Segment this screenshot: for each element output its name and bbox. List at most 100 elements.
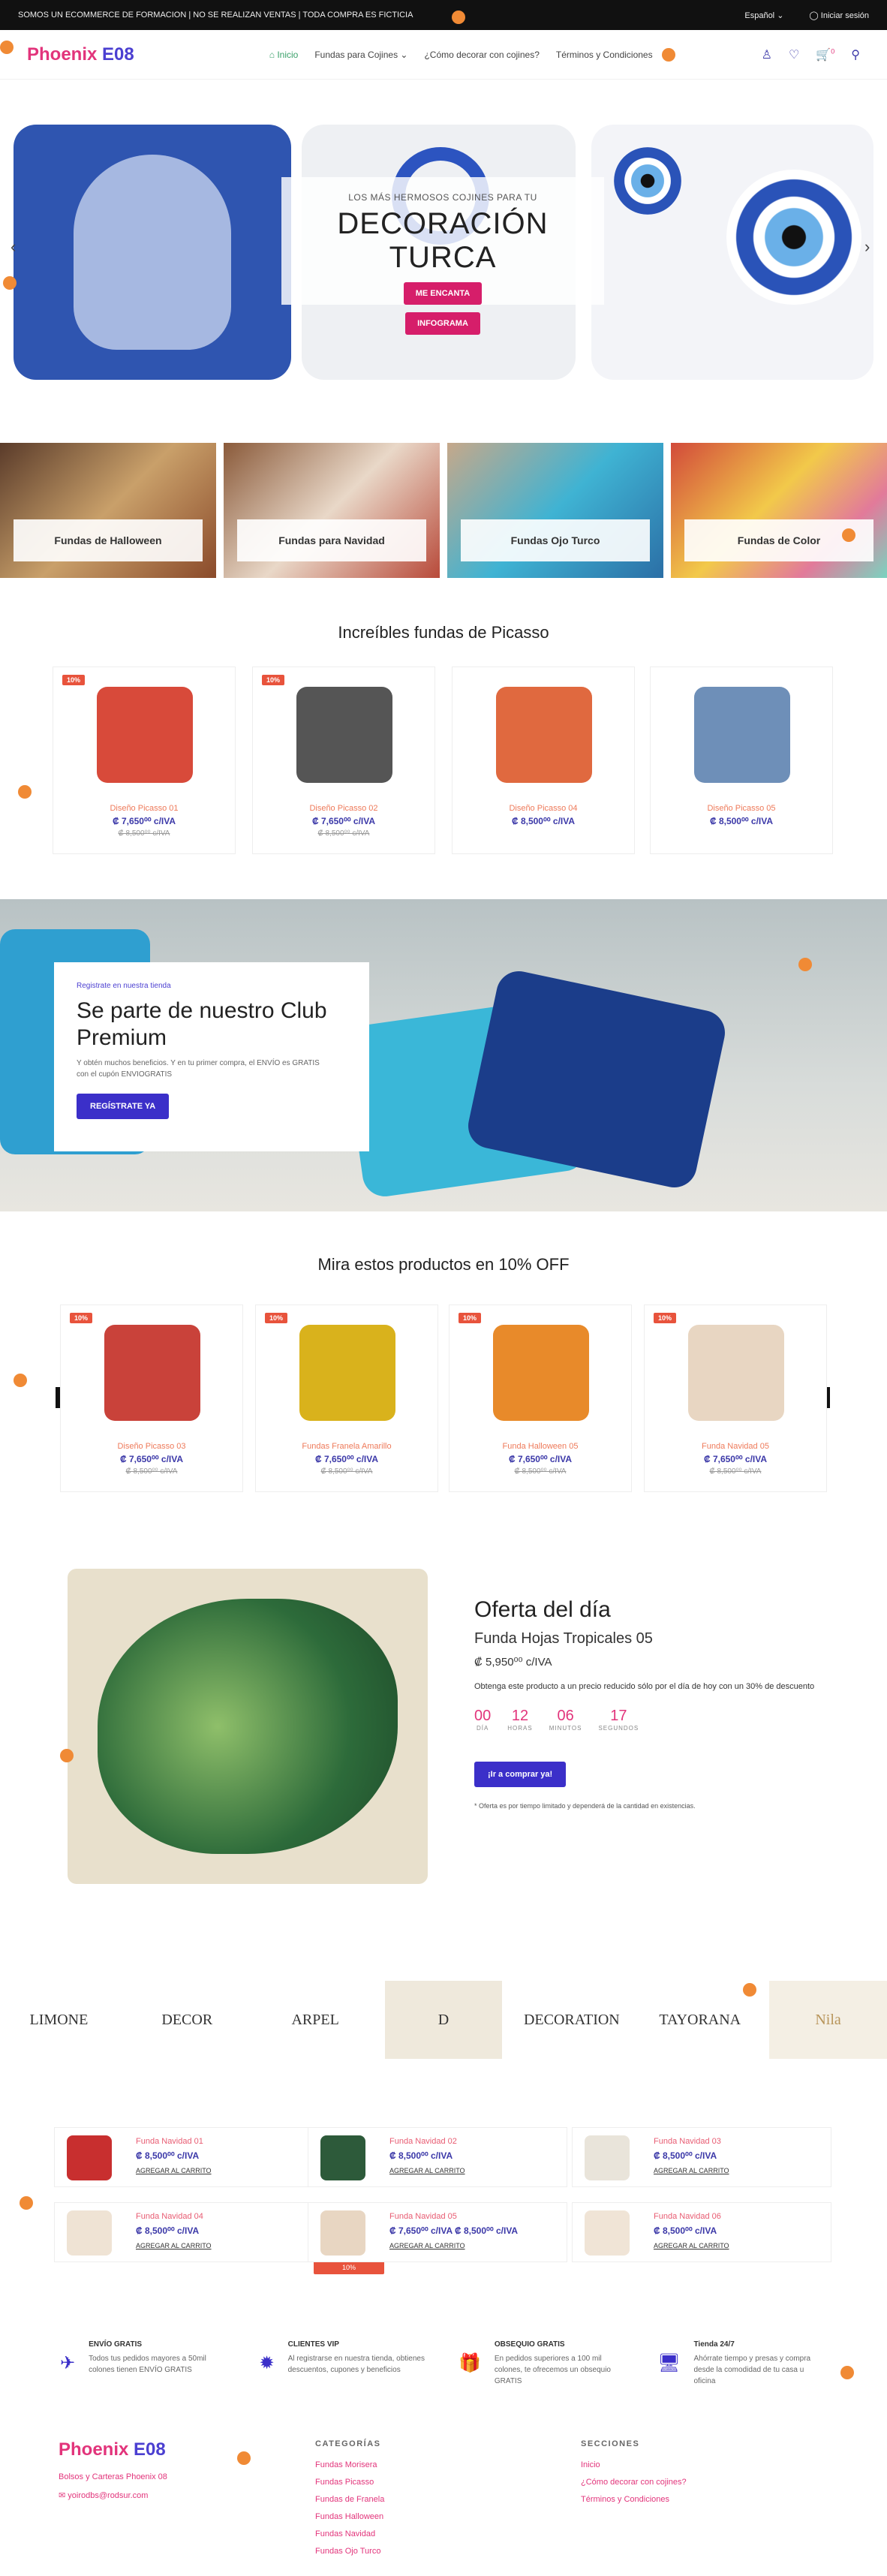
nav-home[interactable]: ⌂ Inicio [269, 50, 299, 60]
site-header: Phoenix E08 ⌂ Inicio Fundas para Cojines… [0, 30, 887, 80]
mini-product-name[interactable]: Funda Navidad 01 [136, 2137, 203, 2146]
category-color[interactable]: Fundas de Color [671, 443, 887, 578]
language-selector[interactable]: Español ⌄ [744, 11, 783, 20]
product-card[interactable]: 10% Diseño Picasso 03 ₡ 7,650⁰⁰ c/IVA ₡ 8,5… [60, 1305, 243, 1492]
footer-logo[interactable]: Phoenix E08 [59, 2439, 167, 2460]
product-card[interactable]: Diseño Picasso 05 ₡ 8,500⁰⁰ c/IVA [650, 667, 833, 854]
product-card[interactable]: Diseño Picasso 04 ₡ 8,500⁰⁰ c/IVA [452, 667, 635, 854]
product-card[interactable]: 10% Fundas Franela Amarillo ₡ 7,650⁰⁰ c/IV… [255, 1305, 438, 1492]
wishlist-icon[interactable]: ♡ [789, 47, 799, 62]
footer-link[interactable]: Fundas Morisera [315, 2460, 384, 2469]
mini-product-image[interactable] [585, 2135, 630, 2180]
product-image[interactable] [694, 687, 790, 783]
slider-prev-icon[interactable]: ‹ [11, 237, 16, 257]
product-card[interactable]: 10% Funda Halloween 05 ₡ 7,650⁰⁰ c/IVA ₡ 8,… [449, 1305, 632, 1492]
buy-now-button[interactable]: ¡Ir a comprar ya! [474, 1762, 567, 1787]
mini-product-name[interactable]: Funda Navidad 04 [136, 2212, 203, 2221]
footer-link[interactable]: Términos y Condiciones [581, 2495, 687, 2504]
footer-link[interactable]: Fundas Ojo Turco [315, 2547, 384, 2556]
mini-product-name[interactable]: Funda Navidad 06 [654, 2212, 721, 2221]
mini-product-image[interactable] [320, 2135, 365, 2180]
footer-link[interactable]: ¿Cómo decorar con cojines? [581, 2478, 687, 2487]
add-to-cart-link[interactable]: AGREGAR AL CARRITO [389, 2167, 465, 2174]
product-image[interactable] [97, 687, 193, 783]
product-name[interactable]: Diseño Picasso 03 [61, 1442, 242, 1451]
product-name[interactable]: Diseño Picasso 05 [651, 804, 832, 813]
mini-product-image[interactable] [67, 2210, 112, 2256]
hero-button-infograma[interactable]: INFOGRAMA [405, 312, 480, 335]
add-to-cart-link[interactable]: AGREGAR AL CARRITO [389, 2242, 465, 2249]
club-card: Registrate en nuestra tienda Se parte de… [54, 962, 369, 1151]
product-image[interactable] [493, 1325, 589, 1421]
product-image[interactable] [104, 1325, 200, 1421]
product-old-price: ₡ 8,500⁰⁰ c/IVA [514, 1467, 567, 1476]
add-to-cart-link[interactable]: AGREGAR AL CARRITO [654, 2167, 729, 2174]
hero-button-me-encanta[interactable]: ME ENCANTA [403, 282, 483, 305]
add-to-cart-link[interactable]: AGREGAR AL CARRITO [136, 2167, 212, 2174]
countdown-timer: 00 DÍA 12 HORAS 06 MINUTOS 17 SEGUNDOS [474, 1708, 639, 1732]
mini-product-price: ₡ 8,500⁰⁰ c/IVA [136, 2225, 200, 2236]
mini-product-card[interactable]: Funda Navidad 04 ₡ 8,500⁰⁰ c/IVA AGREGAR A… [54, 2202, 314, 2262]
mini-product-image[interactable] [585, 2210, 630, 2256]
product-card[interactable]: 10% Diseño Picasso 02 ₡ 7,650⁰⁰ c/IVA ₡ 8,5… [252, 667, 435, 854]
search-icon[interactable]: ⚲ [851, 47, 860, 62]
product-price: ₡ 7,650⁰⁰ c/IVA [314, 1454, 379, 1464]
product-image[interactable] [496, 687, 592, 783]
mini-product-name[interactable]: Funda Navidad 05 [389, 2212, 457, 2221]
product-price: ₡ 8,500⁰⁰ c/IVA [709, 816, 774, 826]
product-card[interactable]: 10% Diseño Picasso 01 ₡ 7,650⁰⁰ c/IVA ₡ 8,5… [53, 667, 236, 854]
logo[interactable]: Phoenix E08 [27, 44, 134, 65]
category-navidad[interactable]: Fundas para Navidad [224, 443, 440, 578]
feature-tienda: 🖥 Tienda 24/7 Ahórrate tiempo y presas y … [658, 2340, 828, 2402]
annotation-dot [60, 1749, 74, 1762]
product-name[interactable]: Funda Halloween 05 [450, 1442, 631, 1451]
footer-link[interactable]: Inicio [581, 2460, 687, 2469]
product-image[interactable] [688, 1325, 784, 1421]
product-price: ₡ 7,650⁰⁰ c/IVA [119, 1454, 184, 1464]
brand-logo: TAYORANA [641, 1981, 759, 2059]
product-image[interactable] [296, 687, 392, 783]
footer-link[interactable]: Fundas Halloween [315, 2512, 384, 2521]
monitor-icon: 🖥 [657, 2353, 681, 2373]
mini-product-image[interactable] [67, 2135, 112, 2180]
cart-icon[interactable]: 🛒0 [816, 47, 834, 62]
mini-product-card[interactable]: Funda Navidad 06 ₡ 8,500⁰⁰ c/IVA AGREGAR A… [572, 2202, 831, 2262]
slider-next-icon[interactable]: › [864, 237, 870, 257]
mini-product-price: ₡ 8,500⁰⁰ c/IVA [389, 2150, 453, 2161]
deal-of-day: Oferta del día Funda Hojas Tropicales 05… [474, 1597, 819, 1810]
product-name[interactable]: Fundas Franela Amarillo [256, 1442, 437, 1451]
product-name[interactable]: Diseño Picasso 02 [253, 804, 434, 813]
add-to-cart-link[interactable]: AGREGAR AL CARRITO [136, 2242, 212, 2249]
mini-product-card[interactable]: Funda Navidad 02 ₡ 8,500⁰⁰ c/IVA AGREGAR A… [308, 2127, 567, 2187]
mini-product-name[interactable]: Funda Navidad 02 [389, 2137, 457, 2146]
footer-link[interactable]: Fundas Navidad [315, 2529, 384, 2538]
category-halloween[interactable]: Fundas de Halloween [0, 443, 216, 578]
add-to-cart-link[interactable]: AGREGAR AL CARRITO [654, 2242, 729, 2249]
register-button[interactable]: REGÍSTRATE YA [77, 1094, 170, 1119]
mini-product-card[interactable]: Funda Navidad 03 ₡ 8,500⁰⁰ c/IVA AGREGAR A… [572, 2127, 831, 2187]
product-card[interactable]: 10% Funda Navidad 05 ₡ 7,650⁰⁰ c/IVA ₡ 8,50… [644, 1305, 827, 1492]
club-premium-banner: Registrate en nuestra tienda Se parte de… [0, 899, 887, 1211]
footer-email[interactable]: ✉ yoirodbs@rodsur.com [59, 2490, 167, 2500]
product-name[interactable]: Diseño Picasso 04 [453, 804, 634, 813]
mini-product-image[interactable] [320, 2210, 365, 2256]
category-ojo-turco[interactable]: Fundas Ojo Turco [447, 443, 663, 578]
mini-product-card[interactable]: Funda Navidad 05 ₡ 7,650⁰⁰ c/IVA ₡ 8,500⁰… [308, 2202, 567, 2262]
login-link[interactable]: ◯ Iniciar sesión [809, 11, 869, 20]
account-icon[interactable]: ♙ [762, 47, 772, 62]
mini-product-card[interactable]: Funda Navidad 01 ₡ 8,500⁰⁰ c/IVA AGREGAR A… [54, 2127, 314, 2187]
product-image[interactable] [299, 1325, 395, 1421]
deal-note: * Oferta es por tiempo limitado y depend… [474, 1802, 696, 1810]
discount-badge: 10% [262, 675, 285, 685]
nav-terminos[interactable]: Términos y Condiciones [556, 50, 653, 60]
footer-categories: CATEGORÍAS Fundas Morisera Fundas Picass… [315, 2439, 385, 2556]
product-name[interactable]: Diseño Picasso 01 [53, 804, 235, 813]
mini-product-name[interactable]: Funda Navidad 03 [654, 2137, 721, 2146]
product-name[interactable]: Funda Navidad 05 [645, 1442, 826, 1451]
nav-decorar[interactable]: ¿Cómo decorar con cojines? [424, 50, 539, 60]
footer-link[interactable]: Fundas Picasso [315, 2478, 384, 2487]
annotation-dot [743, 1983, 756, 1997]
nav-fundas[interactable]: Fundas para Cojines ⌄ [314, 50, 407, 60]
deal-heading: Oferta del día [474, 1597, 611, 1622]
footer-link[interactable]: Fundas de Franela [315, 2495, 384, 2504]
